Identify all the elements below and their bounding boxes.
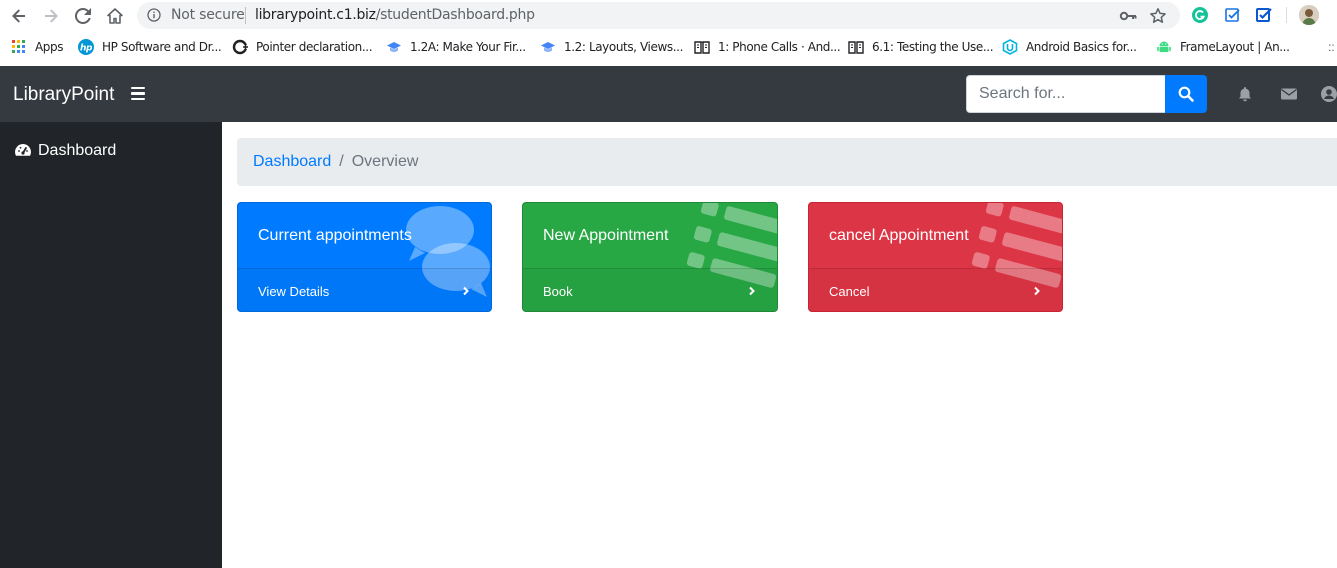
card-footer-label: Cancel — [829, 283, 870, 299]
bookmark-label: 6.1: Testing the Use... — [872, 40, 994, 54]
bookmarks-overflow-button[interactable]: :: — [1328, 40, 1335, 54]
card-footer-label: Book — [543, 283, 573, 299]
sidebar-item-label: Dashboard — [38, 142, 117, 159]
envelope-icon[interactable] — [1280, 85, 1298, 103]
bookmark-star-icon[interactable] — [1149, 7, 1167, 25]
book-icon — [848, 39, 864, 55]
apps-grid-icon — [11, 39, 27, 55]
sidebar: Dashboard — [0, 122, 222, 568]
extensions-divider — [1286, 7, 1287, 23]
bookmark-label: 1.2A: Make Your Fir... — [410, 40, 526, 54]
back-button[interactable] — [7, 4, 31, 28]
breadcrumb-current: Overview — [351, 153, 419, 170]
user-circle-icon[interactable] — [1320, 85, 1337, 103]
bookmark-phone-calls[interactable]: 1: Phone Calls · And... — [694, 38, 841, 56]
url-path: /studentDashboard.php — [375, 7, 535, 23]
grammarly-icon[interactable] — [1191, 6, 1209, 24]
app-navbar: LibraryPoint — [0, 66, 1337, 122]
tachometer-icon — [15, 144, 31, 156]
cancel-appointment-card: cancel Appointment Cancel — [808, 202, 1063, 312]
bookmark-layouts-views[interactable]: 1.2: Layouts, Views... — [540, 38, 683, 56]
chevron-right-icon — [463, 286, 469, 296]
chevron-right-icon — [1034, 286, 1040, 296]
bell-icon[interactable] — [1236, 85, 1254, 103]
cancel-link[interactable]: Cancel — [809, 268, 1062, 311]
card-title: New Appointment — [543, 227, 669, 244]
url-text[interactable]: librarypoint.c1.biz/studentDashboard.php — [255, 7, 535, 23]
url-host: librarypoint.c1.biz — [255, 7, 376, 23]
brand-logo[interactable]: LibraryPoint — [13, 84, 114, 106]
bookmark-hp-software[interactable]: hp HP Software and Dr... — [78, 38, 222, 56]
svg-text:hp: hp — [80, 44, 93, 54]
graduation-cap-icon — [386, 39, 402, 55]
bookmark-label: 1.2: Layouts, Views... — [564, 40, 683, 54]
breadcrumb-dashboard-link[interactable]: Dashboard — [253, 153, 331, 171]
search-input[interactable] — [966, 75, 1165, 113]
bookmark-label: HP Software and Dr... — [102, 40, 222, 54]
book-icon — [694, 39, 710, 55]
home-icon — [107, 8, 123, 24]
bookmark-make-your-first[interactable]: 1.2A: Make Your Fir... — [386, 38, 526, 56]
bookmark-android-basics[interactable]: Android Basics for... — [1002, 38, 1137, 56]
card-title: Current appointments — [258, 227, 412, 244]
cpp-reference-icon — [232, 39, 248, 55]
omnibox-divider — [245, 7, 246, 24]
bookmark-label: Apps — [35, 40, 64, 54]
search-button[interactable] — [1165, 75, 1207, 113]
bookmark-pointer-declaration[interactable]: Pointer declaration... — [232, 38, 373, 56]
search-icon — [1178, 86, 1194, 102]
forward-button[interactable] — [39, 4, 63, 28]
udacity-icon — [1002, 39, 1018, 55]
graduation-cap-icon — [540, 39, 556, 55]
browser-toolbar: Not secure librarypoint.c1.biz/studentDa… — [0, 0, 1337, 32]
key-icon[interactable] — [1119, 7, 1137, 25]
card-title: cancel Appointment — [829, 227, 969, 244]
chevron-right-icon — [749, 286, 755, 296]
info-icon[interactable] — [147, 8, 161, 22]
home-button[interactable] — [103, 4, 127, 28]
bookmarks-bar: Apps hp HP Software and Dr... Pointer de… — [0, 32, 1337, 62]
reload-button[interactable] — [71, 4, 95, 28]
new-appointment-card: New Appointment Book — [522, 202, 778, 312]
card-footer-label: View Details — [258, 283, 330, 299]
sidebar-toggle-button[interactable] — [131, 87, 145, 101]
back-arrow-icon — [12, 9, 25, 23]
bookmark-label: 1: Phone Calls · And... — [718, 40, 841, 54]
hp-logo-icon: hp — [78, 39, 94, 55]
breadcrumb-separator: / — [339, 153, 344, 170]
breadcrumb: Dashboard / Overview — [237, 138, 1337, 186]
security-label: Not secure — [171, 7, 245, 23]
avatar-photo-icon — [1299, 5, 1319, 25]
profile-avatar[interactable] — [1299, 5, 1319, 25]
address-bar[interactable]: Not secure librarypoint.c1.biz/studentDa… — [137, 2, 1180, 29]
bookmark-label: Pointer declaration... — [256, 40, 373, 54]
android-icon — [1156, 39, 1172, 55]
task-extension-icon[interactable] — [1255, 6, 1273, 24]
bookmark-label: FrameLayout | An... — [1180, 40, 1290, 54]
bookmark-testing-the-use[interactable]: 6.1: Testing the Use... — [848, 38, 994, 56]
hamburger-menu-icon — [131, 87, 145, 101]
book-link[interactable]: Book — [523, 268, 777, 311]
checklist-extension-icon[interactable] — [1224, 6, 1242, 24]
current-appointments-card: Current appointments View Details — [237, 202, 492, 312]
sidebar-item-dashboard[interactable]: Dashboard — [0, 139, 222, 163]
forward-arrow-icon — [45, 9, 58, 23]
bookmark-apps[interactable]: Apps — [11, 38, 64, 56]
bookmark-framelayout[interactable]: FrameLayout | An... — [1156, 38, 1290, 56]
view-details-link[interactable]: View Details — [238, 268, 491, 311]
reload-icon — [75, 8, 91, 24]
bookmark-label: Android Basics for... — [1026, 40, 1137, 54]
